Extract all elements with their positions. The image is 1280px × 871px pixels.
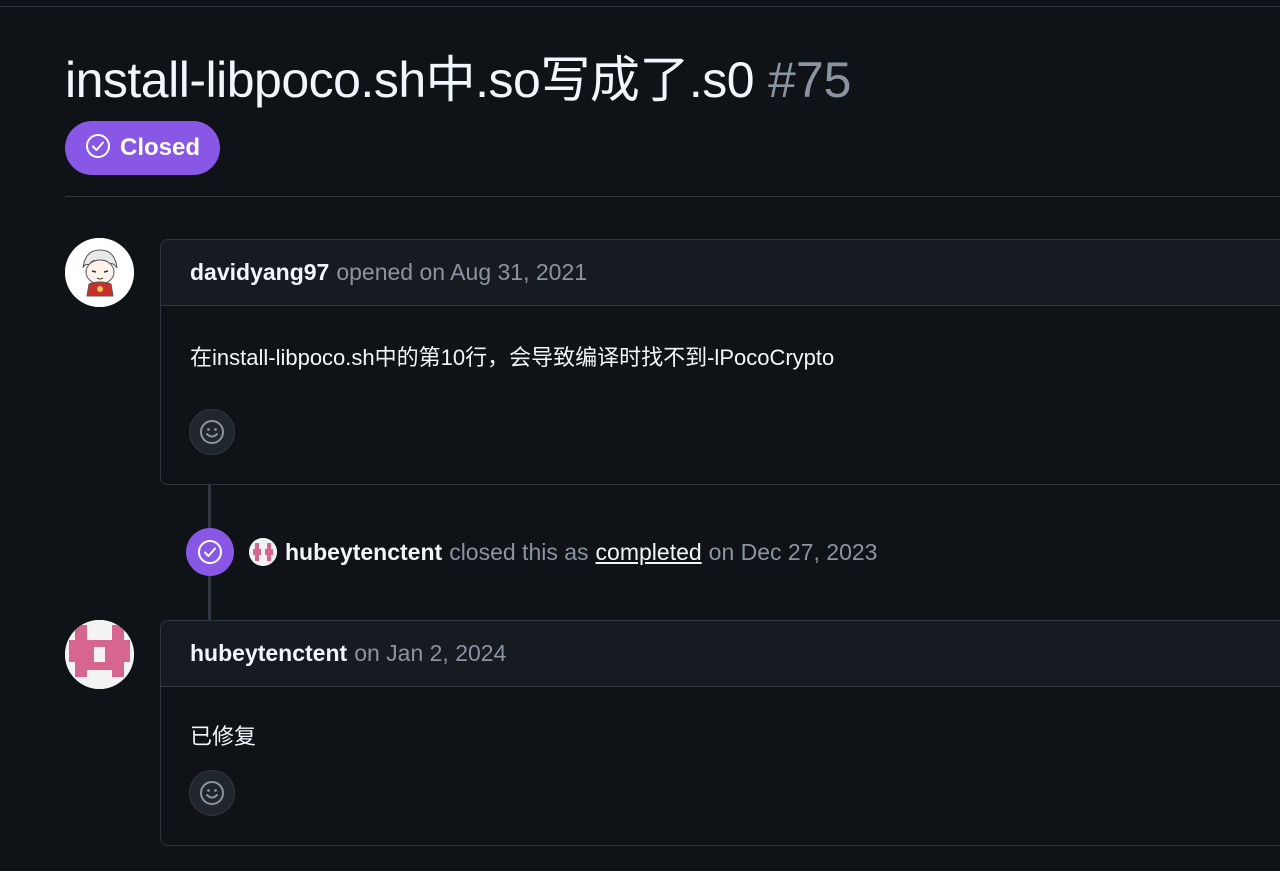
check-circle-icon: [198, 540, 222, 564]
comment-body: 在install-libpoco.sh中的第10行，会导致编译时找不到-lPoc…: [190, 345, 835, 370]
avatar[interactable]: [249, 538, 277, 566]
comment-meta[interactable]: on Jan 2, 2024: [354, 640, 506, 667]
issue-title: install-libpoco.sh中.so写成了.s0: [65, 52, 755, 108]
pink-identicon-avatar-icon: [249, 538, 277, 566]
add-reaction-button[interactable]: [189, 770, 235, 816]
issue-number: #75: [768, 52, 852, 108]
issue-state-label: Closed: [119, 134, 200, 161]
timeline-connector: [208, 576, 211, 620]
check-circle-icon: [85, 133, 111, 164]
closed-event-icon: [186, 528, 234, 576]
add-reaction-button[interactable]: [189, 409, 235, 455]
comment-header: hubeytenctent on Jan 2, 2024: [161, 621, 1280, 687]
event-date[interactable]: on Dec 27, 2023: [709, 539, 878, 566]
event-text: closed this as: [449, 538, 589, 565]
avatar[interactable]: [65, 238, 134, 307]
issue-state-badge: Closed: [65, 121, 220, 175]
comment-card: hubeytenctent on Jan 2, 2024 已修复: [160, 620, 1280, 846]
comment-author[interactable]: hubeytenctent: [190, 640, 347, 667]
avatar[interactable]: [65, 620, 134, 689]
comment-body: 已修复: [190, 724, 257, 749]
issue-title-row: install-libpoco.sh中.so写成了.s0 #75: [65, 40, 851, 112]
comment-author[interactable]: davidyang97: [190, 259, 329, 286]
header-divider: [65, 196, 1280, 197]
comment-header: davidyang97 opened on Aug 31, 2021: [161, 240, 1280, 306]
anime-character-avatar-icon: [65, 238, 134, 307]
event-actor[interactable]: hubeytenctent: [285, 539, 442, 566]
timeline-connector: [208, 485, 211, 528]
top-border: [0, 0, 1280, 7]
comment-card: davidyang97 opened on Aug 31, 2021 在inst…: [160, 239, 1280, 485]
smiley-icon: [200, 420, 224, 444]
completed-link[interactable]: completed: [596, 539, 702, 566]
comment-meta[interactable]: opened on Aug 31, 2021: [336, 259, 587, 286]
pink-identicon-avatar-icon: [65, 620, 134, 689]
timeline-event: hubeytenctent closed this as completed o…: [249, 536, 877, 568]
smiley-icon: [200, 781, 224, 805]
